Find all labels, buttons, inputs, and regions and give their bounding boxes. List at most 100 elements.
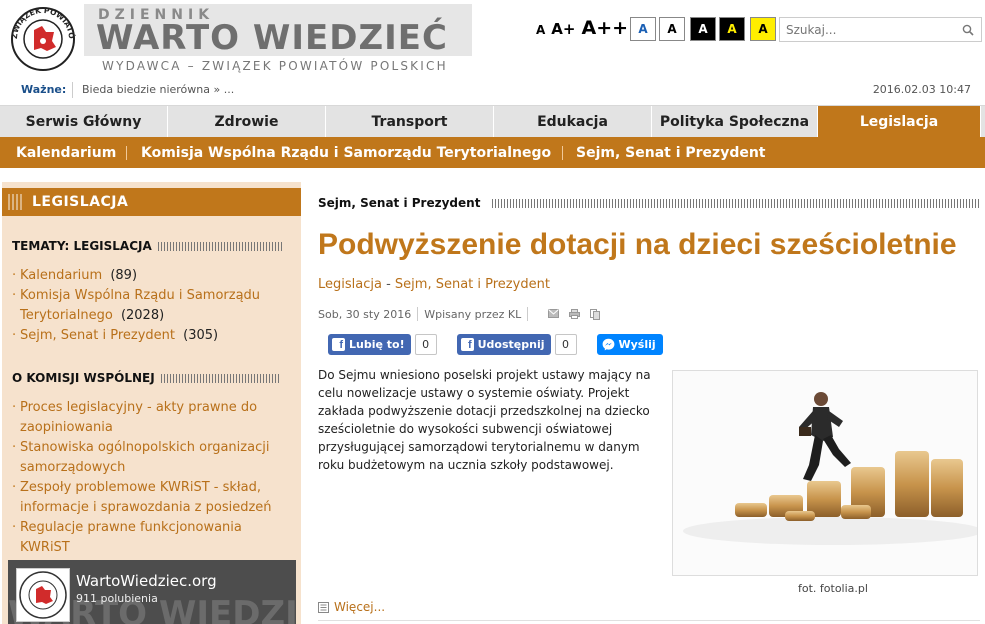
article-photo[interactable] [672,370,983,576]
list-item: Komisja Wspólna Rządu i Samorządu Teryto… [12,286,294,326]
list-item: Kalendarium (89) [12,266,294,286]
avatar[interactable] [16,568,70,622]
messenger-icon [602,338,614,351]
grip-icon [8,194,24,210]
share-count-bubble: 0 [554,334,577,355]
meta-divider [417,307,419,321]
contrast-black-yellow-button[interactable]: A [719,17,745,41]
nav-polityka-spoleczna[interactable]: Polityka Społeczna [652,106,818,138]
sidebar-header-title: LEGISLACJA [32,194,129,210]
section-divider [492,198,980,208]
contrast-yellow-black-button[interactable]: A [750,17,776,41]
facebook-share-button[interactable]: f Udostępnij [456,334,551,355]
article-lead: Do Sejmu wniesiono poselski projekt usta… [318,368,651,472]
site-header: ZWIĄZEK POWIATÓW POLSKICH DZIENNIK WARTO… [0,0,985,78]
sidebar-header: LEGISLACJA [2,188,301,216]
nav-edukacja[interactable]: Edukacja [494,106,652,138]
article-title[interactable]: Podwyższenie dotacji na dzieci sześciole… [318,228,957,262]
widget-likes-count: 911 polubienia [76,592,158,605]
meta-divider [527,307,529,321]
topic-count: (2028) [120,308,165,323]
topic-link-sejm[interactable]: Sejm, Senat i Prezydent [20,328,175,343]
sidebar: LEGISLACJA TEMATY: LEGISLACJA Kalendariu… [2,182,301,624]
pdf-icon[interactable] [590,308,601,320]
article-actions [548,308,601,320]
search-button[interactable] [955,18,981,41]
nav-serwis-glowny[interactable]: Serwis Główny [0,106,168,138]
nav-transport[interactable]: Transport [326,106,494,138]
search-input[interactable] [780,18,954,41]
facebook-like-button[interactable]: f Lubię to! [328,334,411,355]
topic-count: (89) [110,268,138,283]
sidebar-section-title: TEMATY: LEGISLACJA [12,239,152,253]
contrast-white-button[interactable]: A [659,17,685,41]
section-divider [160,373,281,383]
about-link-stanowiska[interactable]: Stanowiska ogólnopolskich organizacji sa… [20,440,269,475]
contrast-default-button[interactable]: A [630,17,656,41]
nav-legislacja[interactable]: Legislacja [818,106,981,138]
article-divider [318,620,980,621]
section-divider [157,241,284,251]
seal-logo[interactable]: ZWIĄZEK POWIATÓW POLSKICH [4,0,78,72]
list-item: Regulacje prawne funkcjonowania KWRiST [12,518,294,558]
font-size-controls: A A+ A++ [536,17,628,39]
send-label: Wyślij [618,338,656,351]
sidebar-section-title: O KOMISJI WSPÓLNEJ [12,371,155,385]
list-item: Sejm, Senat i Prezydent (305) [12,326,294,346]
brand-title[interactable]: WARTO WIEDZIEĆ [96,18,448,58]
subnav-divider [562,146,563,160]
font-size-large-button[interactable]: A+ [551,20,575,38]
social-buttons: f Lubię to! 0 f Udostępnij 0 Wyślij [328,334,663,355]
subnav-komisja-wspolna[interactable]: Komisja Wspólna Rządu i Samorządu Teryto… [141,137,551,168]
about-link-regulacje[interactable]: Regulacje prawne funkcjonowania KWRiST [20,520,242,555]
category-separator: - [381,277,395,292]
ticker-divider [72,82,73,98]
article-date: Sob, 30 sty 2016 [318,307,412,321]
search-icon [962,24,974,36]
subnav-kalendarium[interactable]: Kalendarium [16,137,116,168]
article-author: Wpisany przez KL [424,307,522,321]
sidebar-topics-list: Kalendarium (89) Komisja Wspólna Rządu i… [12,266,294,346]
document-icon [318,601,329,613]
share-label: Udostępnij [477,338,545,351]
sidebar-about-list: Proces legislacyjny - akty prawne do zao… [12,398,294,558]
article-categories: Legislacja - Sejm, Senat i Prezydent [318,277,550,292]
facebook-icon: f [460,338,474,351]
ticker-label: Ważne: [21,83,67,96]
sidebar-section-topics: TEMATY: LEGISLACJA [12,239,284,253]
photo-credit: fot. fotolia.pl [798,582,868,595]
subnav-sejm-senat-prezydent[interactable]: Sejm, Senat i Prezydent [576,137,766,168]
section-heading: Sejm, Senat i Prezydent [318,196,980,210]
section-title: Sejm, Senat i Prezydent [318,196,481,210]
list-item: Stanowiska ogólnopolskich organizacji sa… [12,438,294,478]
news-ticker: Ważne: Bieda biedzie nierówna » ... 2016… [0,78,985,102]
subnav-divider [126,146,127,160]
facebook-page-widget[interactable]: WARTO WIEDZIEĆ WartoWiedziec.org 911 pol… [8,560,296,624]
article-meta: Sob, 30 sty 2016 Wpisany przez KL [318,307,601,321]
widget-page-name[interactable]: WartoWiedziec.org [76,572,217,590]
font-size-xlarge-button[interactable]: A++ [581,17,628,39]
ticker-headline[interactable]: Bieda biedzie nierówna » ... [82,83,234,96]
about-link-proces-legislacyjny[interactable]: Proces legislacyjny - akty prawne do zao… [20,400,257,435]
category-link-legislacja[interactable]: Legislacja [318,277,382,292]
list-item: Proces legislacyjny - akty prawne do zao… [12,398,294,438]
search-box [779,17,982,42]
topic-count: (305) [183,328,219,343]
list-item: Zespoły problemowe KWRiST - skład, infor… [12,478,294,518]
read-more-label: Więcej... [334,600,386,614]
topic-link-kalendarium[interactable]: Kalendarium [20,268,102,283]
sub-navigation: Kalendarium Komisja Wspólna Rządu i Samo… [0,137,985,168]
font-size-normal-button[interactable]: A [536,23,545,37]
main-navigation: Serwis Główny Zdrowie Transport Edukacja… [0,105,985,138]
nav-zdrowie[interactable]: Zdrowie [168,106,326,138]
brand-subtitle: WYDAWCA – ZWIĄZEK POWIATÓW POLSKICH [102,59,448,73]
read-more-link[interactable]: Więcej... [318,600,385,614]
messenger-send-button[interactable]: Wyślij [596,334,663,355]
print-icon[interactable] [569,308,581,319]
about-link-zespoly[interactable]: Zespoły problemowe KWRiST - skład, infor… [20,480,272,515]
like-label: Lubię to! [349,338,405,351]
category-link-sejm[interactable]: Sejm, Senat i Prezydent [395,277,550,292]
ticker-datetime: 2016.02.03 10:47 [872,83,971,96]
contrast-black-white-button[interactable]: A [690,17,716,41]
email-icon[interactable] [548,308,560,318]
